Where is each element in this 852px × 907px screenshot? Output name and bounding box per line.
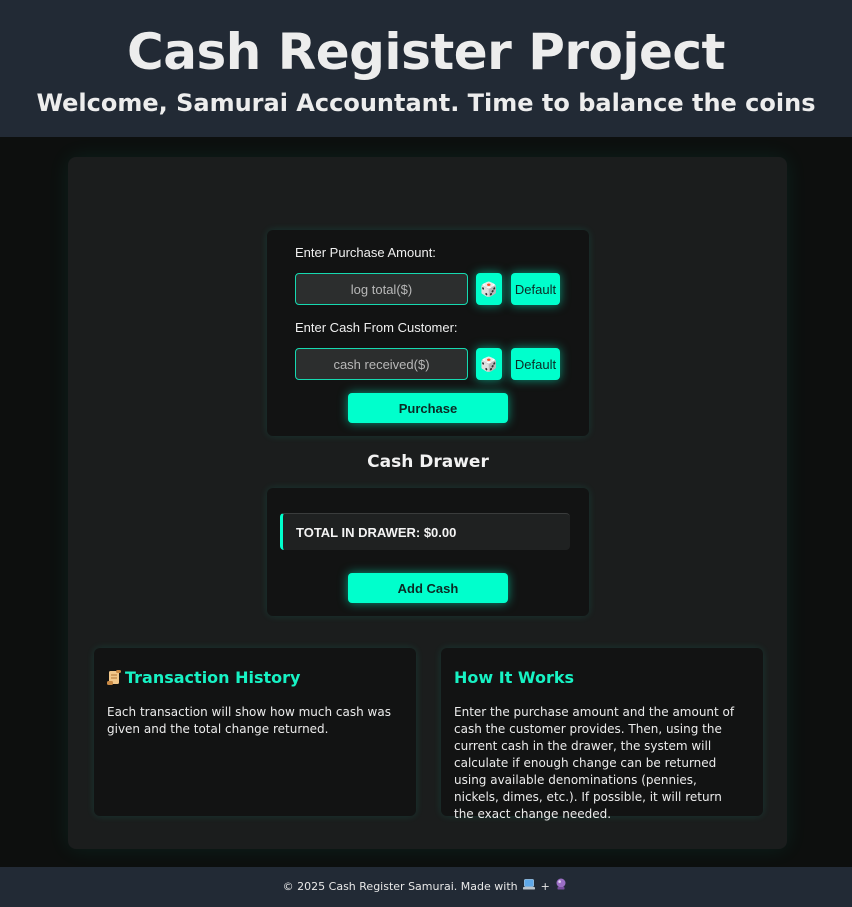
drawer-total: TOTAL IN DRAWER: $0.00 — [280, 513, 570, 550]
dice-icon: 🎲 — [480, 355, 498, 372]
transaction-history-card: Transaction History Each transaction wil… — [94, 648, 416, 816]
page-title: Cash Register Project — [127, 23, 725, 81]
page-footer: © 2025 Cash Register Samurai. Made with … — [0, 867, 852, 907]
transaction-history-title: Transaction History — [125, 668, 301, 687]
purchase-button[interactable]: Purchase — [348, 393, 508, 423]
purchase-amount-input[interactable] — [295, 273, 468, 305]
add-cash-button[interactable]: Add Cash — [348, 573, 508, 603]
transaction-history-text: Each transaction will show how much cash… — [107, 705, 391, 736]
footer-text: © 2025 Cash Register Samurai. Made with — [282, 880, 518, 893]
cash-drawer-title: Cash Drawer — [367, 452, 489, 472]
cash-received-input[interactable] — [295, 348, 468, 380]
random-cash-button[interactable]: 🎲 — [476, 348, 502, 380]
purchase-amount-label: Enter Purchase Amount: — [295, 245, 436, 260]
page-subtitle: Welcome, Samurai Accountant. Time to bal… — [36, 89, 816, 117]
cash-from-customer-label: Enter Cash From Customer: — [295, 320, 458, 335]
transaction-history-heading: Transaction History — [107, 668, 300, 687]
how-it-works-text: Enter the purchase amount and the amount… — [454, 705, 735, 821]
laptop-icon — [523, 867, 536, 907]
footer-plus: + — [540, 880, 550, 893]
dice-icon: 🎲 — [480, 280, 498, 297]
page-header: Cash Register Project Welcome, Samurai A… — [0, 0, 852, 137]
scroll-icon — [107, 670, 121, 685]
how-it-works-card: How It Works Enter the purchase amount a… — [441, 648, 763, 821]
random-purchase-button[interactable]: 🎲 — [476, 273, 502, 305]
crystal-ball-icon — [555, 867, 567, 907]
default-cash-button[interactable]: Default — [511, 348, 560, 380]
default-purchase-button[interactable]: Default — [511, 273, 560, 305]
how-it-works-title: How It Works — [454, 668, 575, 687]
